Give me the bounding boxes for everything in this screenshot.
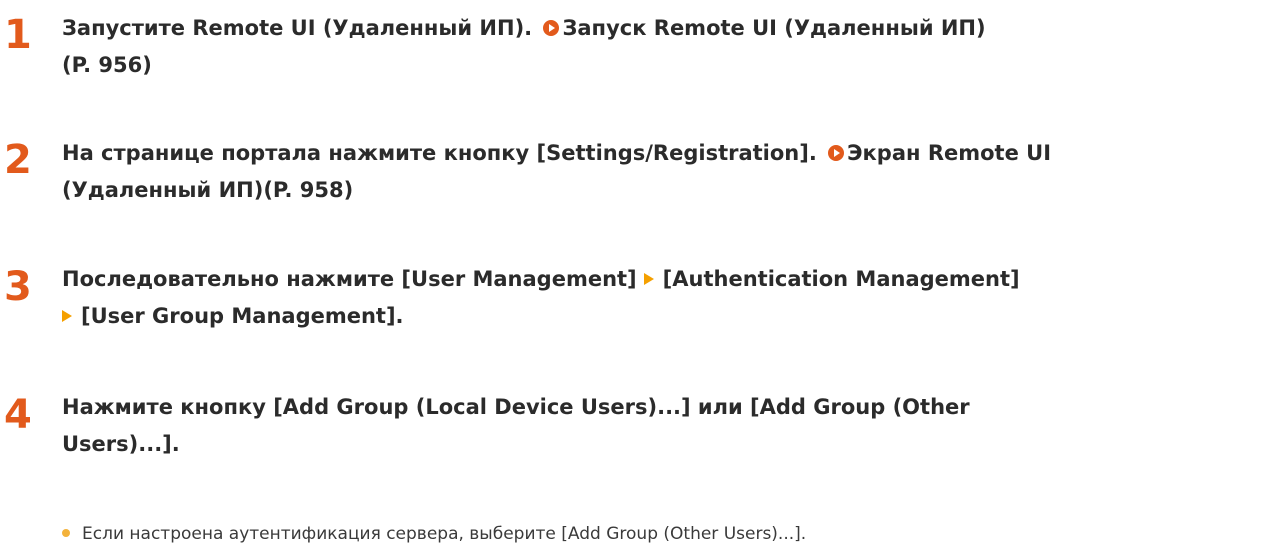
cross-reference-link[interactable]: Экран Remote UI	[847, 141, 1051, 165]
step-instruction-cont: Users)...].	[62, 432, 180, 456]
link-arrow-icon	[543, 20, 560, 36]
step-number: 3	[4, 264, 32, 310]
step-instruction: Запустите Remote UI (Удаленный ИП).	[62, 16, 533, 40]
menu-path-item: [Authentication Management]	[662, 267, 1020, 291]
step-instruction: Нажмите кнопку [Add Group (Local Device …	[62, 395, 970, 419]
link-arrow-icon	[828, 145, 845, 161]
step-instruction: Последовательно нажмите [User Management…	[62, 267, 637, 291]
cross-reference-page[interactable]: (Удаленный ИП)(P. 958)	[62, 178, 353, 202]
menu-path-arrow-icon	[62, 310, 72, 322]
cross-reference-link[interactable]: Запуск Remote UI (Удаленный ИП)	[562, 16, 985, 40]
step-text: На странице портала нажмите кнопку [Sett…	[62, 135, 1262, 209]
step-text: Нажмите кнопку [Add Group (Local Device …	[62, 389, 1262, 463]
step-text: Запустите Remote UI (Удаленный ИП). Запу…	[62, 10, 1262, 84]
step-number: 1	[4, 12, 32, 58]
bullet-dot-icon	[62, 529, 70, 537]
bullet-note: Если настроена аутентификация сервера, в…	[62, 520, 806, 548]
menu-path-arrow-icon	[643, 273, 654, 285]
step-instruction: На странице портала нажмите кнопку [Sett…	[62, 141, 817, 165]
menu-path-item: [User Group Management].	[81, 304, 404, 328]
bullet-text: Если настроена аутентификация сервера, в…	[82, 524, 807, 544]
step-text: Последовательно нажмите [User Management…	[62, 261, 1262, 335]
step-number: 4	[4, 392, 32, 438]
cross-reference-page[interactable]: (P. 956)	[62, 53, 152, 77]
step-number: 2	[4, 137, 32, 183]
